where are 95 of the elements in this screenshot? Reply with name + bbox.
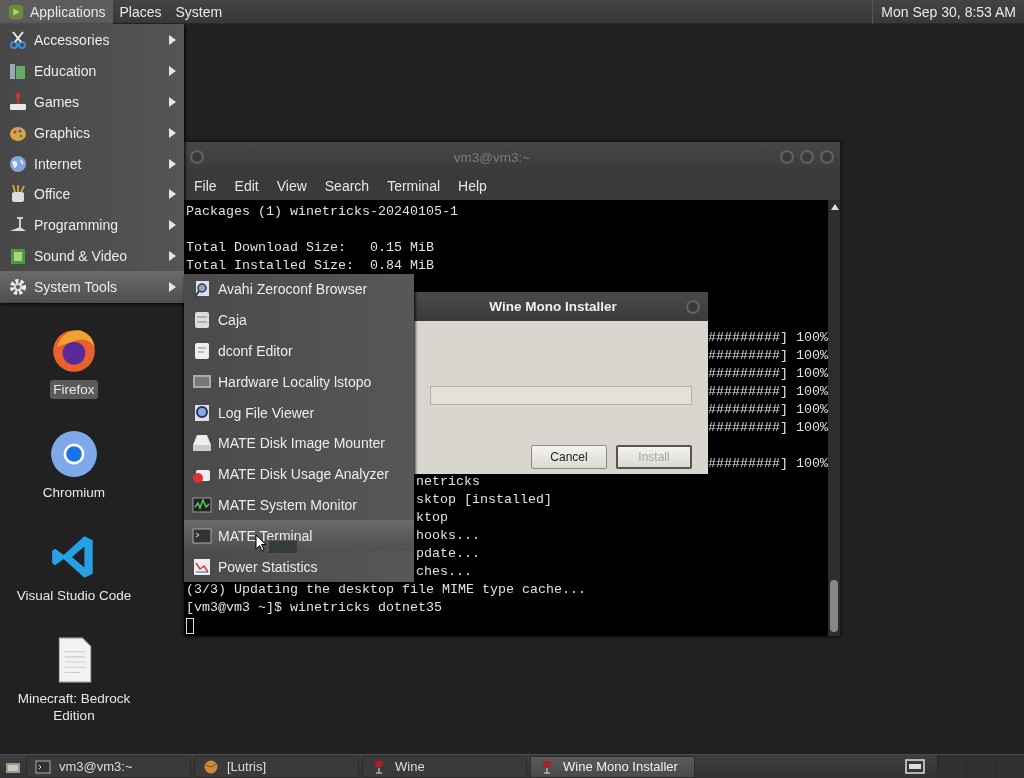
terminal-line: Total Installed Size: 0.84 MiB [186,257,434,275]
panel-menu[interactable]: Applications [0,0,113,24]
menu-item[interactable]: Sound & Video [0,240,184,272]
menu-bar-item[interactable]: Edit [225,178,268,194]
menu-item[interactable]: Education [0,55,184,87]
scrollbar[interactable] [828,200,840,636]
terminal-line: #########] 100% [708,401,828,419]
disk-icon [192,433,212,454]
magnifier-icon [192,279,212,300]
terminal-icon [192,525,212,546]
panel-menu[interactable]: System [168,0,230,24]
joystick-icon [8,92,28,112]
taskbar-button[interactable]: [Lutris] [194,755,359,778]
desktop-icon-label[interactable]: Minecraft: Bedrock Edition [8,689,140,725]
maximize-button[interactable] [800,150,814,164]
panel-menu[interactable]: Places [112,0,169,24]
submenu-arrow-icon [169,189,176,200]
submenu-arrow-icon [169,127,176,138]
submenu-arrow-icon [169,158,176,169]
submenu-arrow-icon [169,66,176,77]
gear-icon [8,276,28,297]
menu-bar-item[interactable]: Search [315,178,379,194]
menu-item[interactable]: Graphics [0,117,184,149]
minimize-button[interactable] [780,150,794,164]
terminal-line: Packages (1) winetricks-20240105-1 [186,203,458,221]
menu-item[interactable]: Accessories [0,25,184,56]
close-button[interactable] [686,299,700,314]
window-title: vm3@vm3:~ [452,149,532,165]
menu-item[interactable]: Internet [0,148,184,179]
submenu-arrow-icon [169,220,176,231]
menu-item[interactable]: MATE System Monitor [184,489,414,521]
menu-item[interactable]: Hardware Locality lstopo [184,366,414,398]
menu-item[interactable]: MATE Disk Image Mounter [184,428,414,459]
books-icon [8,61,28,82]
submenu-arrow-icon [169,35,176,46]
menu-item[interactable]: Games [0,86,184,118]
submenu-arrow-icon [169,250,176,261]
ball-icon [203,758,219,775]
menu-item[interactable]: Power Statistics [184,551,414,582]
menu-item[interactable]: Caja [184,304,414,336]
desktop-icon-label[interactable]: Chromium [39,483,109,502]
search-icon [192,402,212,423]
menu-bar-item[interactable]: View [267,178,316,194]
menu-item[interactable]: Programming [0,209,184,241]
drag-preview-icon [268,540,298,554]
terminal-line: ches... [416,563,472,581]
chart-icon [192,556,212,577]
workspace-switcher[interactable] [937,754,1024,778]
terminal-line: #########] 100% [708,383,828,401]
terminal-line: #########] 100% [708,365,828,383]
taskbar-button[interactable]: Wine Mono Installer [530,755,695,778]
menu-item[interactable]: System Tools [0,271,184,303]
menu-bar-item[interactable]: Help [449,178,496,194]
terminal-line: netricks [416,473,480,491]
close-button[interactable] [820,150,834,164]
terminal-line: hooks... [416,527,480,545]
taskbar-button[interactable]: Wine [362,755,527,778]
menu-item[interactable]: MATE Disk Usage Analyzer [184,458,414,490]
browser-icon [49,429,99,479]
terminal-line: Total Download Size: 0.15 MiB [186,239,434,257]
terminal-line: ktop [416,509,448,527]
window-icon [905,756,925,777]
activity-monitor-icon [192,494,212,515]
taskbar-button[interactable]: vm3@vm3:~ [26,755,191,778]
terminal-line: [vm3@vm3 ~]$ winetricks dotnet35 [186,599,442,617]
menu-bar-item[interactable]: Terminal [378,178,450,194]
submenu-arrow-icon [169,281,176,292]
menu-item[interactable]: dconf Editor [184,335,414,367]
terminal-line: #########] 100% [708,329,828,347]
terminal-line: sktop [installed] [416,491,552,509]
window-menu-button[interactable] [190,150,204,164]
scissors-icon [8,30,28,51]
cabinet-icon [192,310,212,331]
desktop-icon-label[interactable]: Firefox [50,380,98,399]
terminal-line: #########] 100% [708,347,828,365]
desktop-icon-label[interactable]: Visual Studio Code [13,586,135,605]
menu-item[interactable]: Log File Viewer [184,397,414,428]
terminal-line: #########] 100% [708,455,828,473]
submenu-arrow-icon [169,97,176,107]
menu-logo-icon [7,2,25,21]
terminal-line: (3/3) Updating the desktop file MIME type cache... [186,581,586,599]
terminal-icon [35,758,51,775]
terminal-line: pdate... [416,545,480,563]
scroll-up-icon [831,204,839,210]
menu-bar-item[interactable]: File [185,178,226,194]
dialog-title: Wine Mono Installer [488,299,618,314]
scrollbar-thumb[interactable] [830,580,838,632]
globe-icon [8,153,28,174]
text-cursor [186,618,194,634]
terminal-line: #########] 100% [708,419,828,437]
clock[interactable]: Mon Sep 30, 8:53 AM [872,0,1024,24]
menu-item[interactable]: Office [0,179,184,210]
document-icon [192,341,212,361]
menu-item[interactable]: Avahi Zeroconf Browser [184,274,414,305]
dialog-button[interactable]: Cancel [531,445,607,469]
